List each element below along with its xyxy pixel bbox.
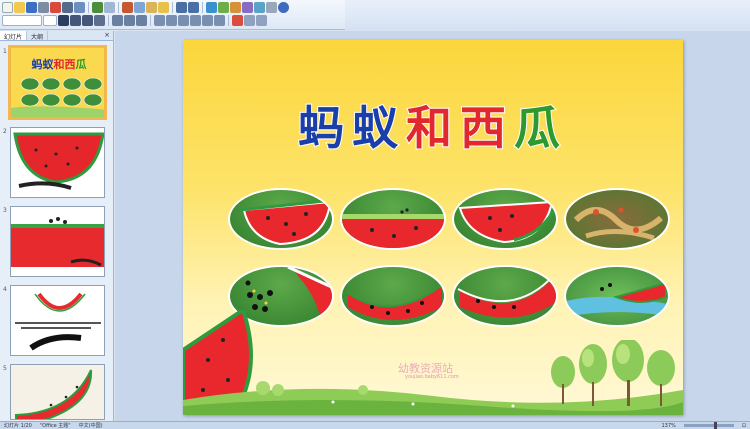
close-icon[interactable]: ×: [101, 31, 113, 40]
print-preview-icon[interactable]: [74, 2, 85, 13]
slide-editor: 蚂蚁和西瓜 幼教资源站 youjiao.baby611.com: [115, 31, 750, 421]
bold-icon[interactable]: [58, 15, 69, 26]
decrease-indent-icon[interactable]: [202, 15, 213, 26]
align-right-icon[interactable]: [136, 15, 147, 26]
toolbar-separator: [202, 2, 203, 13]
ants-watermelon-picture[interactable]: [340, 265, 446, 327]
toolbar-row-standard: [2, 2, 289, 15]
font-name-dropdown[interactable]: [2, 15, 42, 26]
slide-thumbnail-5[interactable]: [10, 364, 105, 420]
help-icon[interactable]: [278, 2, 289, 13]
slide-number: 1: [3, 48, 7, 55]
status-bar: 幻灯片 1/20 "Office 主题" 中文(中国) 137% ⊡: [0, 421, 750, 429]
slide-number: 3: [3, 207, 7, 214]
watermelon-picture[interactable]: [452, 188, 558, 250]
slide-number: 2: [3, 128, 7, 135]
slide-2-preview: [11, 128, 104, 197]
toolbar-separator: [108, 15, 109, 26]
zoom-level[interactable]: 137%: [658, 423, 680, 429]
spelling-icon[interactable]: [92, 2, 103, 13]
toolbar-row-formatting: [2, 15, 267, 28]
undo-icon[interactable]: [176, 2, 187, 13]
panel-tabs: 幻灯片 大纲 ×: [0, 31, 113, 41]
zoom-controls: 137% ⊡: [658, 422, 750, 429]
zoom-icon[interactable]: [266, 2, 277, 13]
font-color-icon[interactable]: [232, 15, 243, 26]
ants-watermelon-picture[interactable]: [452, 265, 558, 327]
toolbar-separator: [88, 2, 89, 13]
chart-icon[interactable]: [230, 2, 241, 13]
print-icon[interactable]: [62, 2, 73, 13]
fit-window-icon[interactable]: ⊡: [738, 423, 750, 429]
slide-3-preview: [11, 207, 104, 276]
underline-icon[interactable]: [82, 15, 93, 26]
align-center-icon[interactable]: [124, 15, 135, 26]
toolbar-separator: [118, 2, 119, 13]
slide-1-preview: 蚂蚁和西瓜: [11, 48, 104, 117]
slide-thumbnail-2[interactable]: [10, 127, 105, 198]
increase-indent-icon[interactable]: [214, 15, 225, 26]
slide-title[interactable]: 蚂蚁和西瓜: [253, 92, 613, 156]
open-icon[interactable]: [14, 2, 25, 13]
title-char: 蚁: [351, 100, 406, 156]
title-char: 瓜: [513, 100, 568, 156]
slide-number: 4: [3, 286, 7, 293]
toolbar: [0, 0, 750, 30]
cut-icon[interactable]: [122, 2, 133, 13]
show-formatting-icon[interactable]: [254, 2, 265, 13]
email-icon[interactable]: [50, 2, 61, 13]
new-slide-icon[interactable]: [242, 2, 253, 13]
ants-river-picture[interactable]: [564, 265, 670, 327]
watermelon-picture[interactable]: [228, 188, 334, 250]
slide-5-preview: [11, 365, 104, 419]
paste-icon[interactable]: [146, 2, 157, 13]
watermelon-picture[interactable]: [340, 188, 446, 250]
tab-outline[interactable]: 大纲: [27, 31, 49, 41]
slide-thumbnail-1[interactable]: 蚂蚁和西瓜: [8, 45, 107, 120]
slide-number: 5: [3, 365, 7, 372]
toolbar-empty-area: [345, 0, 750, 30]
trees-decoration: [551, 340, 675, 406]
decrease-font-icon[interactable]: [190, 15, 201, 26]
font-size-dropdown[interactable]: [43, 15, 57, 26]
italic-icon[interactable]: [70, 15, 81, 26]
permission-icon[interactable]: [38, 2, 49, 13]
numbering-icon[interactable]: [154, 15, 165, 26]
title-char: 和: [405, 100, 460, 156]
toolbar-separator: [150, 15, 151, 26]
bullets-icon[interactable]: [166, 15, 177, 26]
format-painter-icon[interactable]: [158, 2, 169, 13]
design-icon[interactable]: [244, 15, 255, 26]
slide-counter: 幻灯片 1/20: [4, 423, 32, 429]
toolbar-separator: [228, 15, 229, 26]
title-char: 蚂: [297, 100, 352, 156]
svg-text:蚂蚁和西瓜: 蚂蚁和西瓜: [32, 57, 87, 71]
slide-4-preview: [11, 286, 104, 355]
zoom-slider[interactable]: [683, 422, 734, 429]
new-slide-icon[interactable]: [256, 15, 267, 26]
new-icon[interactable]: [2, 2, 13, 13]
research-icon[interactable]: [104, 2, 115, 13]
slide-thumbnail-3[interactable]: [10, 206, 105, 277]
theme-name: "Office 主题": [39, 423, 71, 429]
language-status: 中文(中国): [78, 423, 103, 429]
align-left-icon[interactable]: [112, 15, 123, 26]
save-icon[interactable]: [26, 2, 37, 13]
watermark-url: youjiao.baby611.com: [405, 374, 459, 380]
slides-panel: 幻灯片 大纲 × 1 蚂蚁和西瓜 2 3 4 5: [0, 31, 114, 421]
redo-icon[interactable]: [188, 2, 199, 13]
increase-font-icon[interactable]: [178, 15, 189, 26]
zoom-slider-handle[interactable]: [713, 422, 717, 429]
slide-thumbnail-4[interactable]: [10, 285, 105, 356]
table-icon[interactable]: [218, 2, 229, 13]
tab-slides[interactable]: 幻灯片: [0, 31, 28, 41]
toolbar-separator: [172, 2, 173, 13]
shadow-icon[interactable]: [94, 15, 105, 26]
slide-canvas[interactable]: 蚂蚁和西瓜 幼教资源站 youjiao.baby611.com: [183, 40, 683, 415]
hyperlink-icon[interactable]: [206, 2, 217, 13]
title-char: 西: [459, 100, 514, 156]
copy-icon[interactable]: [134, 2, 145, 13]
ant-nest-picture[interactable]: [564, 188, 670, 250]
